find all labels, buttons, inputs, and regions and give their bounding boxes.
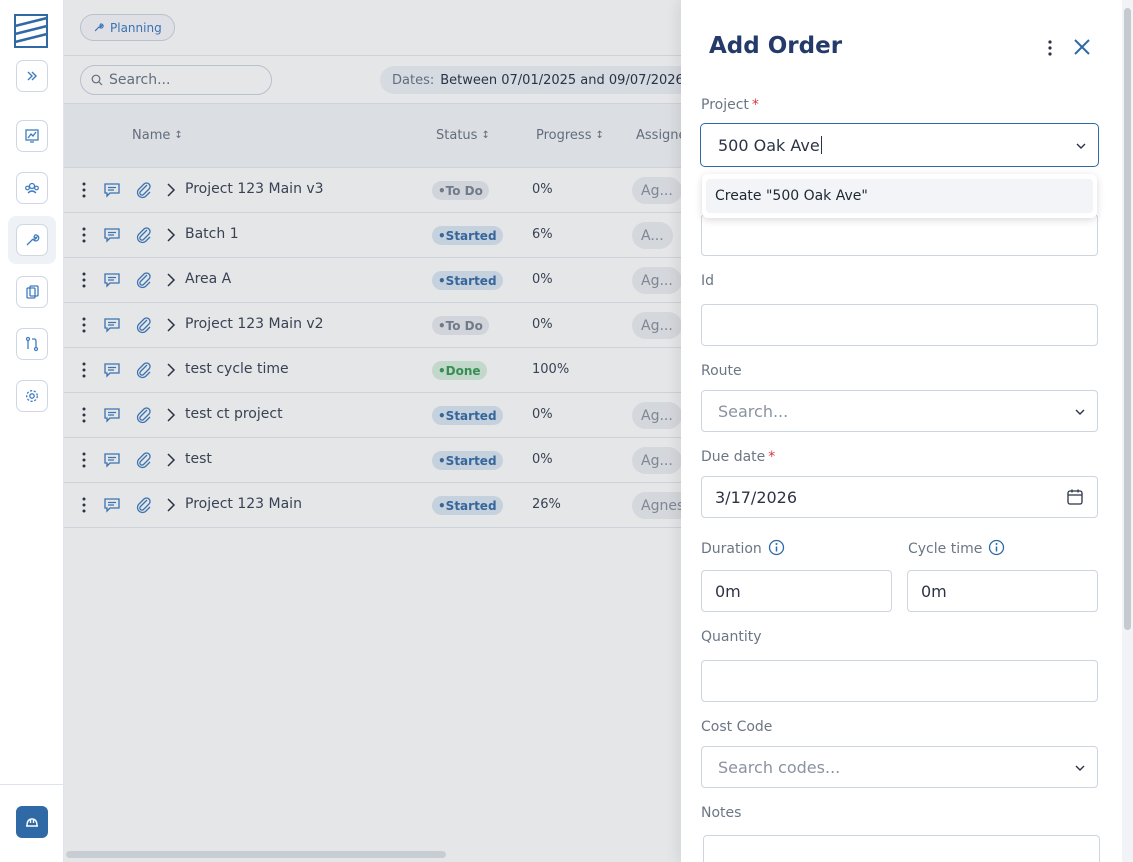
planning-icon xyxy=(26,234,40,246)
cost-code-select[interactable]: Search codes... xyxy=(701,746,1098,788)
nav-planning[interactable] xyxy=(8,216,56,264)
calendar-icon[interactable] xyxy=(1066,488,1084,506)
route-select[interactable]: Search... xyxy=(701,390,1098,432)
info-icon[interactable] xyxy=(988,539,1005,556)
horizontal-scrollbar[interactable] xyxy=(66,851,446,858)
nav-settings[interactable] xyxy=(16,380,48,412)
team-icon xyxy=(25,182,39,194)
id-field[interactable] xyxy=(701,304,1098,346)
required-mark: * xyxy=(751,97,759,113)
cost-code-placeholder: Search codes... xyxy=(718,757,841,777)
quantity-label: Quantity xyxy=(701,629,762,645)
project-label: Project * xyxy=(701,97,759,113)
project-combobox[interactable]: 500 Oak Ave xyxy=(700,123,1099,167)
user-menu-button[interactable] xyxy=(16,806,48,838)
modal-backdrop[interactable] xyxy=(64,0,745,862)
required-mark: * xyxy=(768,449,776,465)
due-date-label-text: Due date xyxy=(701,449,766,465)
cycle-time-field[interactable]: 0m xyxy=(907,570,1098,612)
close-icon[interactable] xyxy=(1072,37,1092,57)
notes-field[interactable] xyxy=(703,835,1100,862)
cycle-time-label-text: Cycle time xyxy=(908,541,983,557)
duration-label: Duration xyxy=(701,539,785,557)
expand-rail-button[interactable] xyxy=(16,60,48,92)
vertical-scrollbar[interactable] xyxy=(1122,0,1133,862)
due-date-value: 3/17/2026 xyxy=(715,487,798,507)
nav-orders[interactable] xyxy=(16,276,48,308)
helmet-icon xyxy=(26,818,38,827)
left-rail xyxy=(0,0,64,862)
clipboard-icon xyxy=(26,285,39,299)
due-date-label: Due date * xyxy=(701,449,775,465)
chevron-down-icon[interactable] xyxy=(1074,139,1088,153)
chevron-down-icon xyxy=(1075,409,1085,415)
chevron-down-icon xyxy=(1075,765,1085,771)
route-label: Route xyxy=(701,363,742,379)
add-order-drawer: Add Order Project * 500 Oak Ave Create "5… xyxy=(681,0,1133,862)
duration-label-text: Duration xyxy=(701,541,762,557)
dashboard-icon xyxy=(25,129,39,143)
route-placeholder: Search... xyxy=(718,401,789,421)
cost-code-label: Cost Code xyxy=(701,719,773,735)
drawer-title: Add Order xyxy=(709,33,843,59)
nav-routes[interactable] xyxy=(16,328,48,360)
duration-field[interactable]: 0m xyxy=(701,570,892,612)
id-label: Id xyxy=(701,273,715,289)
expand-icon xyxy=(27,71,37,81)
nav-team[interactable] xyxy=(16,172,48,204)
notes-label: Notes xyxy=(701,805,742,821)
logo-icon[interactable] xyxy=(14,14,48,48)
due-date-field[interactable]: 3/17/2026 xyxy=(701,476,1098,518)
create-project-option[interactable]: Create "500 Oak Ave" xyxy=(706,179,1093,213)
text-cursor xyxy=(820,136,822,154)
project-dropdown-menu: Create "500 Oak Ave" xyxy=(702,174,1097,218)
vertical-scrollbar-thumb[interactable] xyxy=(1124,8,1131,630)
project-label-text: Project xyxy=(701,97,749,113)
hidden-field[interactable] xyxy=(701,214,1098,256)
project-input-value: 500 Oak Ave xyxy=(718,135,820,155)
nav-dashboard[interactable] xyxy=(16,120,48,152)
more-vertical-icon[interactable] xyxy=(1043,38,1057,58)
routes-icon xyxy=(25,336,39,352)
cycle-time-label: Cycle time xyxy=(908,539,1005,557)
settings-icon xyxy=(26,390,38,402)
info-icon[interactable] xyxy=(768,539,785,556)
quantity-field[interactable] xyxy=(701,660,1098,702)
